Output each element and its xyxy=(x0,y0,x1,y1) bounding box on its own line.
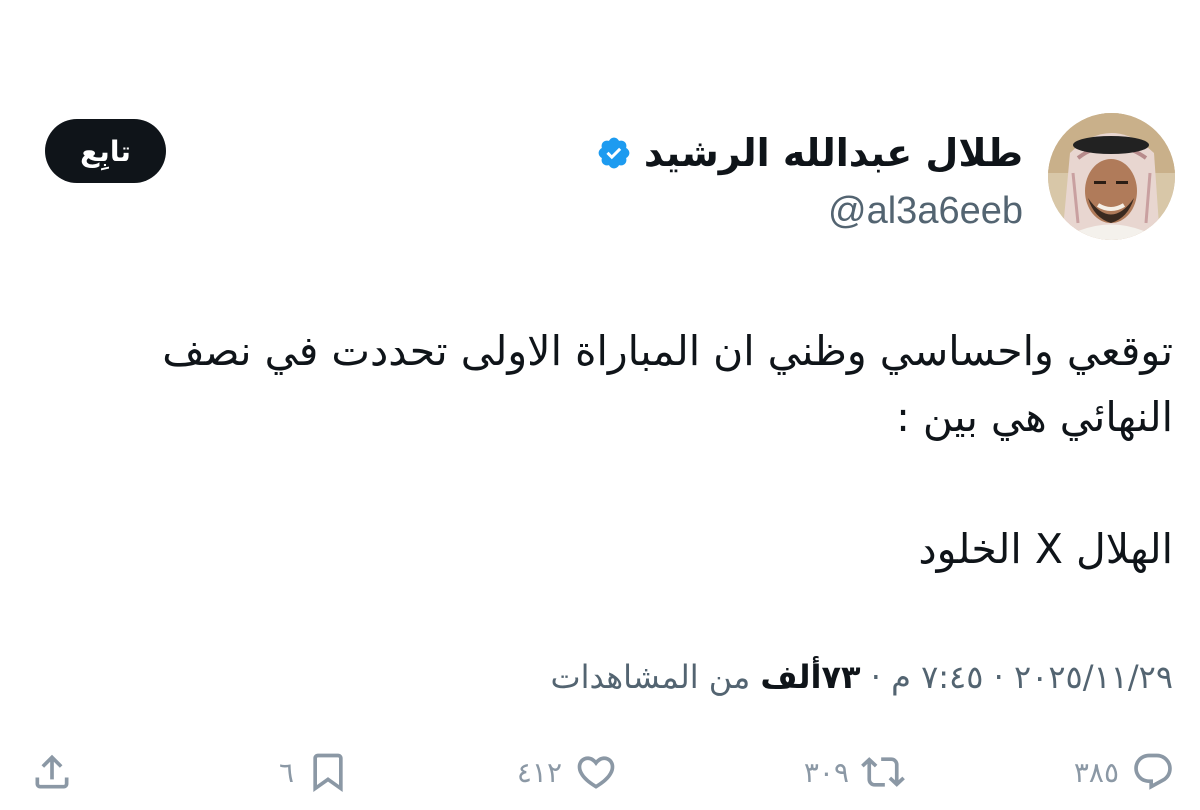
tweet-card: طلال عبدالله الرشيد @al3a6eeb تابِع توقع… xyxy=(0,0,1200,810)
reply-icon xyxy=(1131,750,1175,794)
like-count: ٤١٢ xyxy=(516,755,562,789)
repost-icon xyxy=(861,750,905,794)
like-button[interactable]: ٤١٢ xyxy=(517,742,618,802)
share-icon xyxy=(30,750,74,794)
author-block: طلال عبدالله الرشيد @al3a6eeb xyxy=(596,130,1023,234)
name-row: طلال عبدالله الرشيد xyxy=(596,130,1023,176)
follow-button[interactable]: تابِع xyxy=(45,119,166,183)
tweet-meta: ٢٠٢٥/١١/٢٩ · ٧:٤٥ م · ٧٣ألف من المشاهدات xyxy=(550,652,1173,702)
views-count: ٧٣ألف xyxy=(760,658,861,696)
bookmark-button[interactable]: ٦ xyxy=(279,742,350,802)
action-bar: ٣٨٥ ٣٠٩ ٤١٢ ٦ xyxy=(0,742,1200,802)
reply-button[interactable]: ٣٨٥ xyxy=(1074,742,1175,802)
avatar[interactable] xyxy=(1048,113,1175,240)
verified-badge-icon xyxy=(596,135,632,171)
repost-button[interactable]: ٣٠٩ xyxy=(804,742,905,802)
tweet-line-3: الهلال X الخلود xyxy=(918,525,1173,573)
display-name[interactable]: طلال عبدالله الرشيد xyxy=(644,130,1023,176)
profile-photo xyxy=(1048,113,1175,240)
tweet-line-2: النهائي هي بين : xyxy=(896,393,1173,441)
tweet-line-1: توقعي واحساسي وظني ان المباراة الاولى تح… xyxy=(162,327,1173,375)
views-label: من المشاهدات xyxy=(550,658,761,696)
tweet-text: توقعي واحساسي وظني ان المباراة الاولى تح… xyxy=(63,318,1173,582)
repost-count: ٣٠٩ xyxy=(803,755,849,789)
user-handle[interactable]: @al3a6eeb xyxy=(596,188,1023,234)
reply-count: ٣٨٥ xyxy=(1073,755,1119,789)
timestamp[interactable]: ٢٠٢٥/١١/٢٩ · ٧:٤٥ م · xyxy=(861,658,1173,696)
share-button[interactable] xyxy=(30,742,74,802)
heart-icon xyxy=(574,750,618,794)
bookmark-icon xyxy=(306,750,350,794)
bookmark-count: ٦ xyxy=(278,755,294,789)
